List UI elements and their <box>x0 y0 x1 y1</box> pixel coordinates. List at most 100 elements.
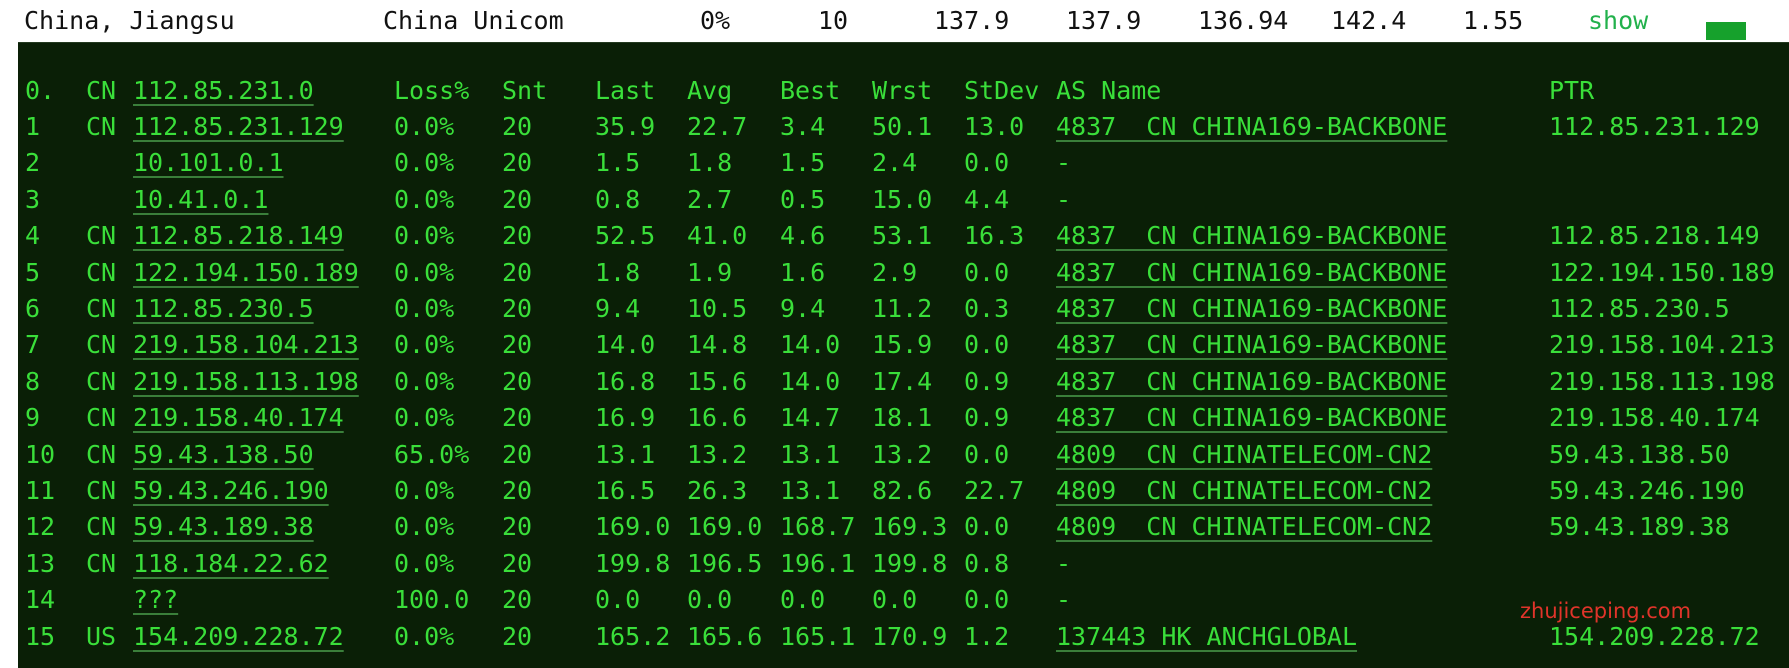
cell-cc: CN <box>86 512 117 542</box>
cell-wrst: 0.0 <box>872 585 918 615</box>
cell-host[interactable]: 122.194.150.189 <box>133 255 359 291</box>
cell-snt: 20 <box>502 148 533 178</box>
summary-stdev: 1.55 <box>1463 6 1524 35</box>
summary-loss: 0% <box>700 6 731 35</box>
cell-host[interactable]: 219.158.113.198 <box>133 364 359 400</box>
cell-hop: 12 <box>25 512 56 542</box>
cell-avg: 41.0 <box>687 221 748 251</box>
cell-avg: 16.6 <box>687 403 748 433</box>
show-link[interactable]: show <box>1588 6 1648 36</box>
cell-ptr: 112.85.230.5 <box>1549 294 1730 323</box>
cell-host[interactable]: 219.158.104.213 <box>133 327 359 363</box>
summary-location: China, Jiangsu <box>24 6 235 35</box>
table-row: 9 CN 219.158.40.174 0.0% 20 16.9 16.6 14.7 18.1 0… <box>18 400 1789 436</box>
cell-asname[interactable]: 4837 CN CHINA169-BACKBONE <box>1056 255 1447 291</box>
cell-host[interactable]: 154.209.228.72 <box>133 619 344 655</box>
cell-cc: CN <box>86 294 117 323</box>
summary-sent: 10 <box>818 6 849 35</box>
cell-asname: - <box>1056 184 1072 214</box>
cell-host[interactable]: 10.41.0.1 <box>133 182 268 218</box>
cell-asname[interactable]: 4809 CN CHINATELECOM-CN2 <box>1056 509 1432 545</box>
header-loss: Loss% <box>394 76 470 105</box>
cell-asname[interactable]: 4837 CN CHINA169-BACKBONE <box>1056 218 1447 254</box>
cell-host[interactable]: 112.85.218.149 <box>133 218 344 254</box>
cell-wrst: 199.8 <box>872 548 948 578</box>
cell-stdev: 0.9 <box>964 366 1010 396</box>
cell-asname[interactable]: 4837 CN CHINA169-BACKBONE <box>1056 364 1447 400</box>
cell-avg: 10.5 <box>687 294 748 323</box>
cell-wrst: 53.1 <box>872 221 933 251</box>
cell-wrst: 2.4 <box>872 148 918 178</box>
summary-row: China, Jiangsu China Unicom 0% 10 137.9 … <box>0 0 1789 42</box>
table-header: 0. CN 112.85.231.0 Loss% Snt Last Avg Be… <box>18 73 1789 109</box>
cell-asname[interactable]: 4809 CN CHINATELECOM-CN2 <box>1056 437 1432 473</box>
cell-asname[interactable]: 4837 CN CHINA169-BACKBONE <box>1056 400 1447 436</box>
cell-host[interactable]: 112.85.231.129 <box>133 109 344 145</box>
watermark: zhujiceping.com <box>1520 599 1692 623</box>
header-stdev: StDev <box>964 76 1040 105</box>
cell-ptr: 219.158.40.174 <box>1549 403 1760 433</box>
cell-avg: 22.7 <box>687 112 748 141</box>
cell-host[interactable]: 59.43.246.190 <box>133 473 329 509</box>
cell-last: 1.5 <box>595 148 641 178</box>
header-cc: CN <box>86 76 117 105</box>
cell-avg: 13.2 <box>687 439 748 469</box>
cell-ptr: 59.43.189.38 <box>1549 512 1730 542</box>
cell-last: 16.8 <box>595 366 656 396</box>
cell-last: 169.0 <box>595 512 671 542</box>
mtr-terminal: 0. CN 112.85.231.0 Loss% Snt Last Avg Be… <box>18 42 1789 668</box>
cell-hop: 5 <box>25 257 41 287</box>
cell-cc: CN <box>86 439 117 469</box>
cell-avg: 26.3 <box>687 476 748 505</box>
table-row: 3 10.41.0.1 0.0% 20 0.8 2.7 0.5 15.0 4.4 - <box>18 182 1789 218</box>
cell-host[interactable]: 118.184.22.62 <box>133 546 329 582</box>
cell-host[interactable]: 112.85.230.5 <box>133 291 314 327</box>
cell-stdev: 0.0 <box>964 330 1010 360</box>
cell-asname[interactable]: 4837 CN CHINA169-BACKBONE <box>1056 109 1447 145</box>
cell-snt: 20 <box>502 621 533 651</box>
cell-best: 0.0 <box>780 585 826 615</box>
cell-snt: 20 <box>502 112 533 141</box>
cell-last: 0.8 <box>595 184 641 214</box>
cell-host[interactable]: 219.158.40.174 <box>133 400 344 436</box>
cell-asname: - <box>1056 148 1072 178</box>
cell-asname[interactable]: 4809 CN CHINATELECOM-CN2 <box>1056 473 1432 509</box>
cell-asname[interactable]: 4837 CN CHINA169-BACKBONE <box>1056 327 1447 363</box>
cell-avg: 196.5 <box>687 548 763 578</box>
cell-snt: 20 <box>502 221 533 251</box>
cell-asname[interactable]: 137443 HK ANCHGLOBAL <box>1056 619 1357 655</box>
cell-loss: 0.0% <box>394 294 455 323</box>
cell-ptr: 219.158.113.198 <box>1549 366 1775 396</box>
header-avg: Avg <box>687 76 733 105</box>
table-row: 15 US 154.209.228.72 0.0% 20 165.2 165.6 165.1 1… <box>18 619 1789 655</box>
cell-last: 199.8 <box>595 548 671 578</box>
cell-hop: 14 <box>25 585 56 615</box>
cell-best: 4.6 <box>780 221 826 251</box>
cell-loss: 0.0% <box>394 621 455 651</box>
cell-best: 0.5 <box>780 184 826 214</box>
table-row: 11 CN 59.43.246.190 0.0% 20 16.5 26.3 13.1 82.6 2… <box>18 473 1789 509</box>
cell-snt: 20 <box>502 330 533 360</box>
cell-last: 165.2 <box>595 621 671 651</box>
cell-last: 1.8 <box>595 257 641 287</box>
cell-last: 52.5 <box>595 221 656 251</box>
cell-wrst: 17.4 <box>872 366 933 396</box>
cell-last: 14.0 <box>595 330 656 360</box>
cell-host[interactable]: 59.43.189.38 <box>133 509 314 545</box>
cell-snt: 20 <box>502 294 533 323</box>
cell-avg: 1.8 <box>687 148 733 178</box>
cell-host[interactable]: ??? <box>133 582 178 618</box>
summary-last: 137.9 <box>934 6 1010 35</box>
cell-host[interactable]: 10.101.0.1 <box>133 145 284 181</box>
table-row: 6 CN 112.85.230.5 0.0% 20 9.4 10.5 9.4 11.2 0.3 48… <box>18 291 1789 327</box>
cell-loss: 0.0% <box>394 403 455 433</box>
cell-ptr: 122.194.150.189 <box>1549 257 1775 287</box>
cell-hop: 6 <box>25 294 41 323</box>
cell-best: 196.1 <box>780 548 856 578</box>
summary-worst: 142.4 <box>1331 6 1407 35</box>
cell-stdev: 0.8 <box>964 548 1010 578</box>
cell-host[interactable]: 59.43.138.50 <box>133 437 314 473</box>
cell-asname[interactable]: 4837 CN CHINA169-BACKBONE <box>1056 291 1447 327</box>
header-host[interactable]: 112.85.231.0 <box>133 73 314 109</box>
cell-wrst: 18.1 <box>872 403 933 433</box>
